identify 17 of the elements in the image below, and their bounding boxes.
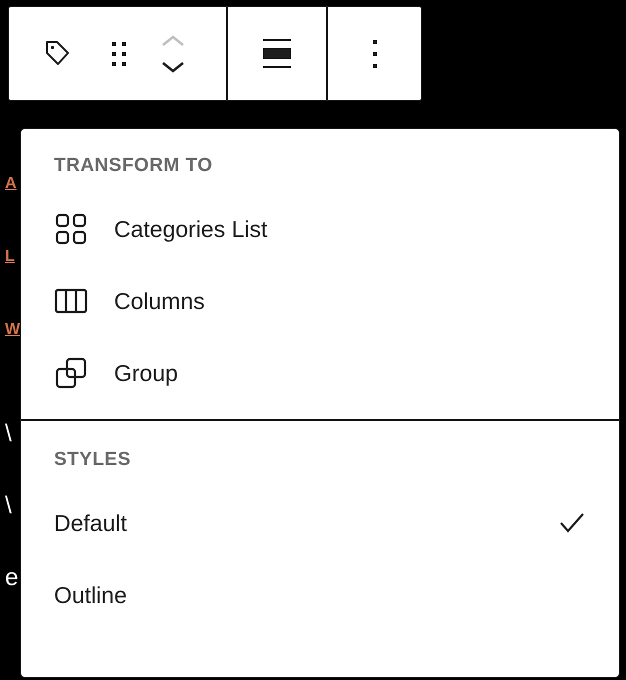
menu-item[interactable]: Default xyxy=(21,487,619,559)
menu-item[interactable]: Columns xyxy=(21,265,619,337)
link-fragment: A xyxy=(5,175,18,194)
text-fragment: \ xyxy=(5,419,13,449)
menu-item[interactable]: Group xyxy=(21,337,619,409)
menu-item[interactable]: Categories List xyxy=(21,193,619,265)
grid-icon xyxy=(54,212,88,246)
menu-item[interactable]: Outline xyxy=(21,559,619,631)
link-fragment: L xyxy=(5,248,16,267)
link-fragment: W xyxy=(5,321,20,340)
section-heading: STYLES xyxy=(54,449,132,471)
text-fragment: \ xyxy=(5,491,13,521)
align-icon[interactable] xyxy=(262,36,292,70)
section-heading: TRANSFORM TO xyxy=(54,155,214,177)
group-icon xyxy=(54,356,88,390)
chevron-down-icon[interactable] xyxy=(161,60,185,72)
text-fragment: e xyxy=(5,563,20,593)
